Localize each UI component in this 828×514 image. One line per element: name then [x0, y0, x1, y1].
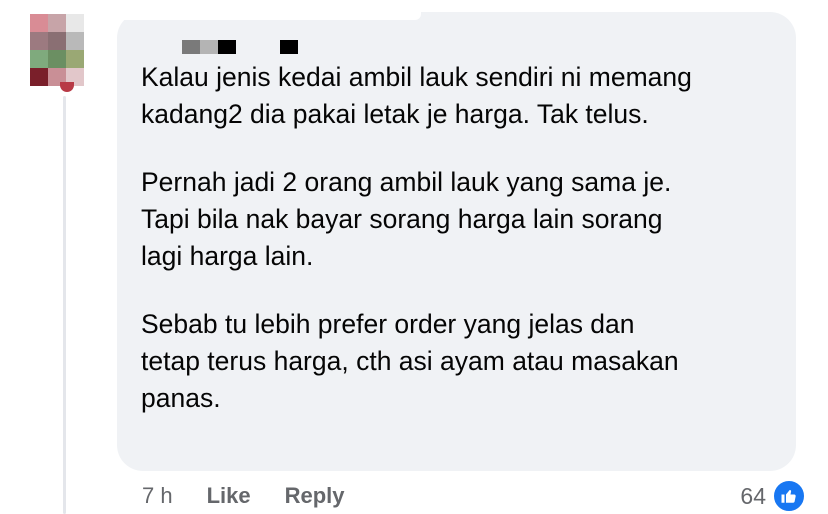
- comment-paragraph: Sebab tu lebih prefer order yang jelas d…: [141, 309, 679, 413]
- avatar-pixel: [48, 14, 66, 32]
- comment-paragraph: Pernah jadi 2 orang ambil lauk yang sama…: [141, 167, 672, 271]
- avatar[interactable]: [24, 8, 100, 96]
- like-button[interactable]: Like: [207, 483, 251, 509]
- redaction-block: [218, 40, 236, 54]
- avatar-pixel: [60, 82, 74, 92]
- avatar-pixel: [66, 14, 84, 32]
- avatar-pixel: [66, 50, 84, 68]
- bubble-notch: [116, 8, 421, 20]
- avatar-pixel: [30, 68, 48, 86]
- comment-paragraph: Kalau jenis kedai ambil lauk sendiri ni …: [141, 62, 692, 129]
- reaction-count: 64: [740, 482, 766, 509]
- avatar-pixel: [30, 50, 48, 68]
- reaction-summary[interactable]: 64: [740, 479, 806, 513]
- thumbs-up-icon: [772, 479, 806, 513]
- redaction-block: [200, 40, 218, 54]
- avatar-pixel: [48, 50, 66, 68]
- redaction-block: [280, 40, 298, 54]
- comment-text: Kalau jenis kedai ambil lauk sendiri ni …: [141, 59, 781, 417]
- reply-thread-line: [63, 96, 66, 514]
- timestamp[interactable]: 7 h: [142, 483, 173, 509]
- redaction-block: [182, 40, 200, 54]
- reply-button[interactable]: Reply: [285, 483, 345, 509]
- avatar-pixel: [48, 32, 66, 50]
- avatar-pixel: [30, 14, 48, 32]
- avatar-pixel: [66, 32, 84, 50]
- avatar-pixel: [30, 32, 48, 50]
- comment-actions: 7 h Like Reply: [142, 481, 379, 511]
